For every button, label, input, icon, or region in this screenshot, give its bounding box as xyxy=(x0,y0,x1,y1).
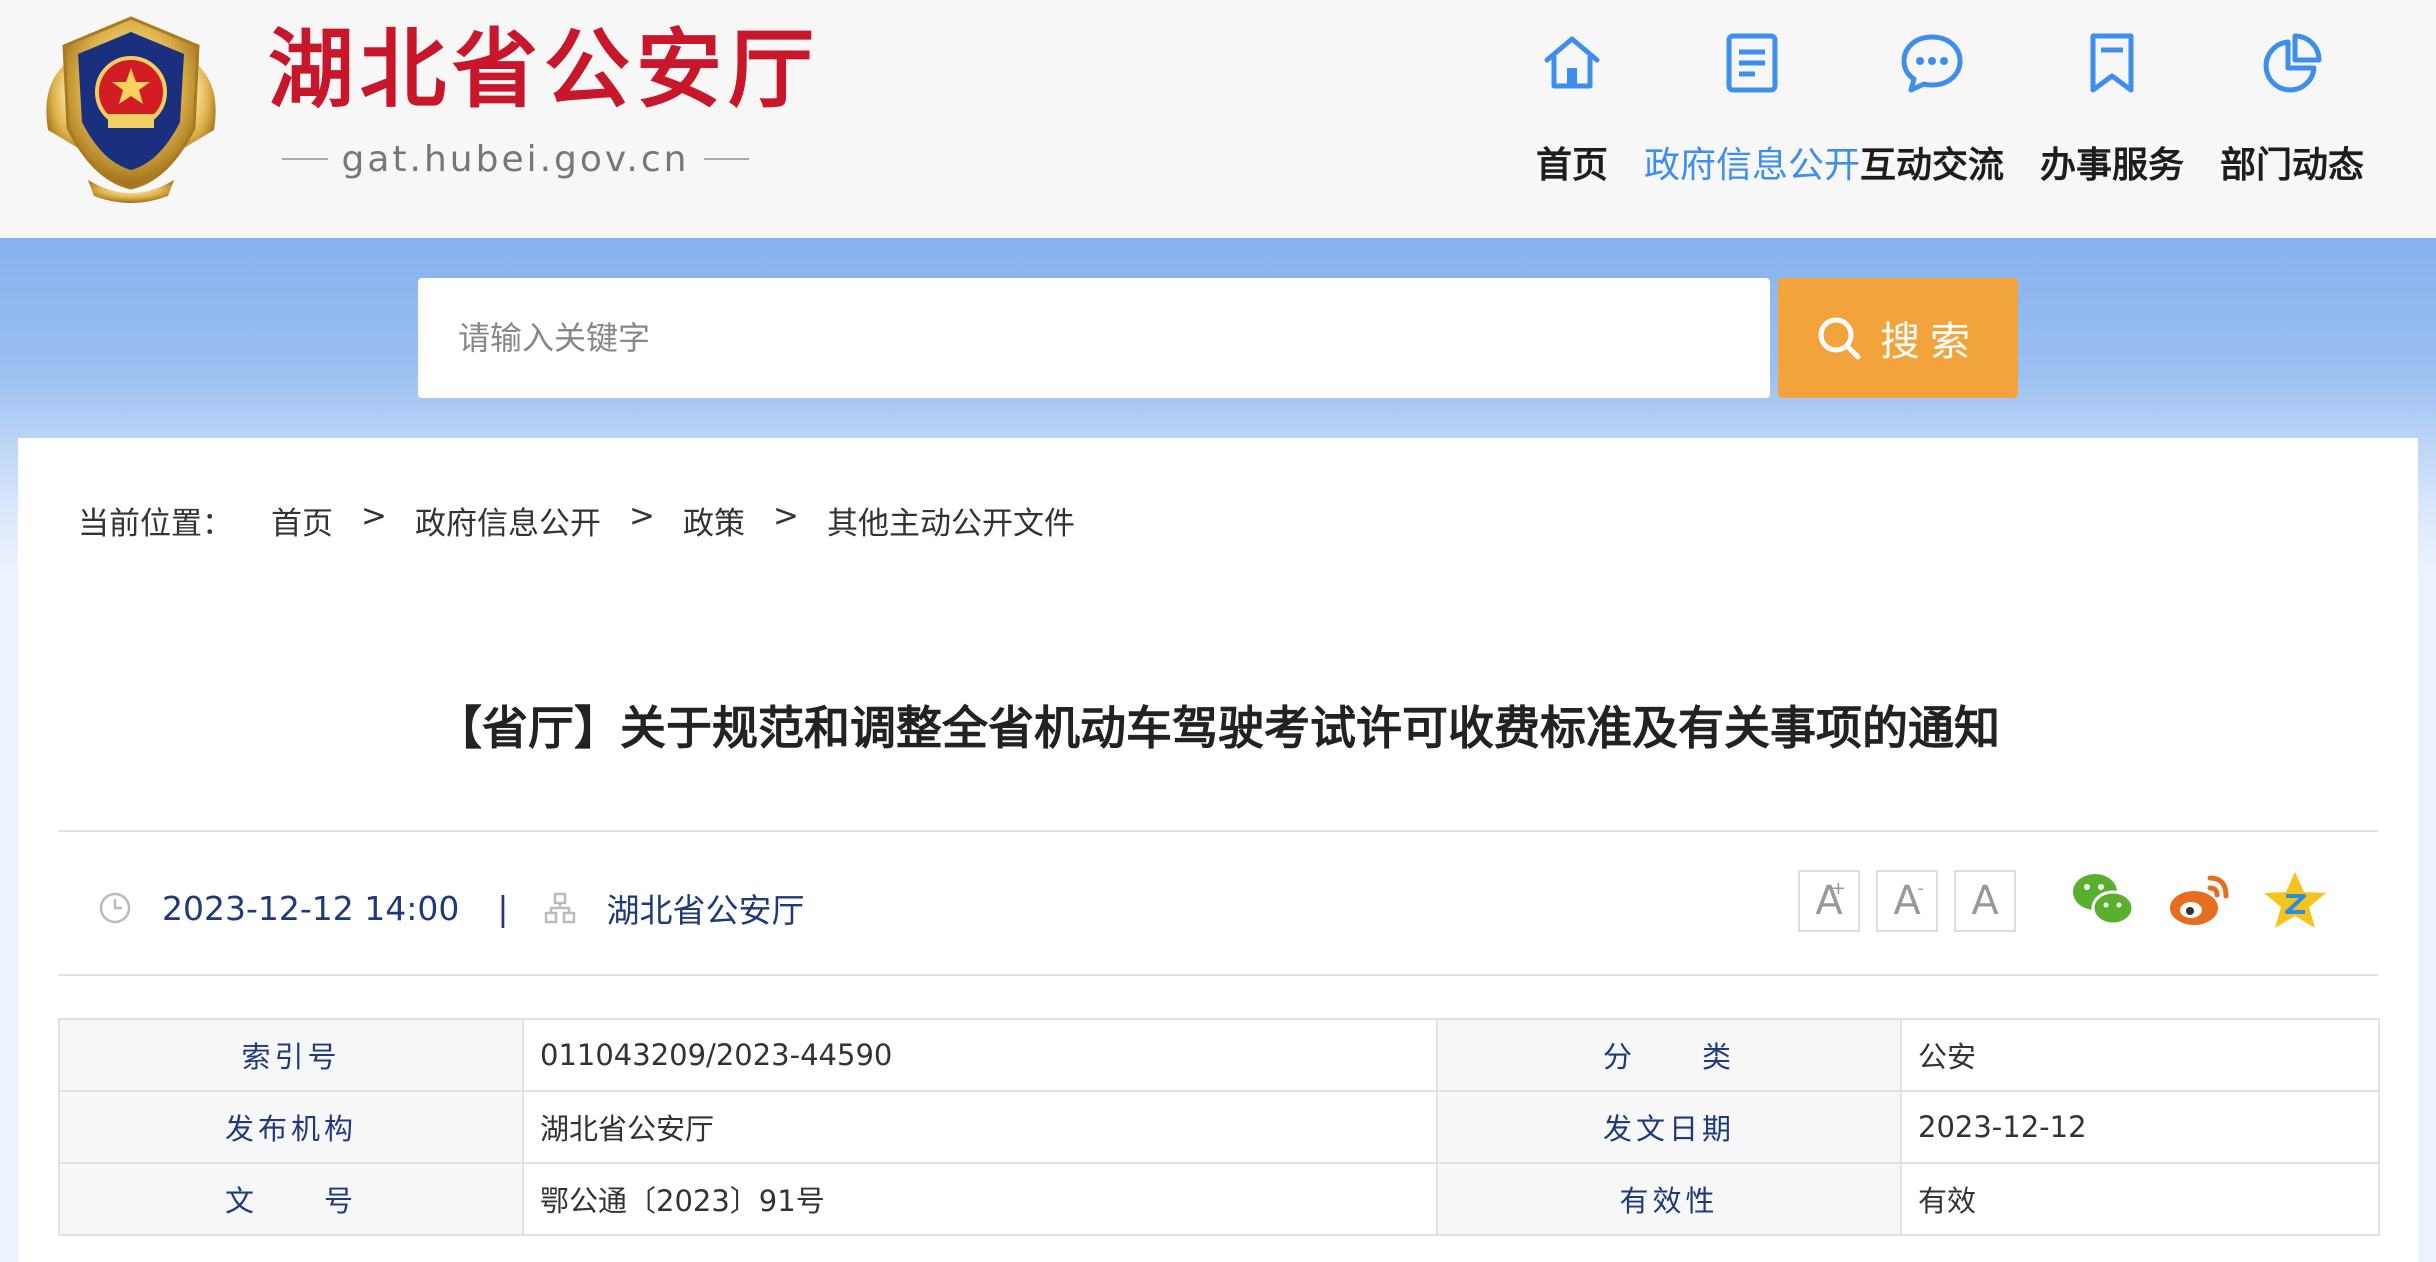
breadcrumb-link-gov-info[interactable]: 政府信息公开 xyxy=(415,498,601,543)
site-domain-text: gat.hubei.gov.cn xyxy=(341,138,690,180)
divider xyxy=(703,158,749,160)
font-increase-mark: + xyxy=(1830,878,1846,899)
table-label: 索引号 xyxy=(58,1018,524,1092)
article-source: 湖北省公安厅 xyxy=(606,891,805,930)
search-button[interactable]: 搜索 xyxy=(1778,278,2018,398)
table-row: 索引号 011043209/2023-44590 分 类 公安 xyxy=(58,1018,2380,1092)
nav-item-services[interactable]: 办事服务 xyxy=(2022,30,2202,188)
breadcrumb-separator: > xyxy=(628,498,655,534)
publish-datetime: 2023-12-12 14:00 xyxy=(162,888,460,928)
nav-label: 办事服务 xyxy=(2039,145,2184,186)
nav-item-news[interactable]: 部门动态 xyxy=(2202,30,2382,188)
wechat-icon[interactable] xyxy=(2068,868,2138,932)
search-button-label: 搜索 xyxy=(1880,319,1980,365)
pie-chart-icon xyxy=(2263,33,2322,93)
table-label: 分 类 xyxy=(1436,1018,1902,1092)
document-info-table: 索引号 011043209/2023-44590 分 类 公安 发布机构 湖北省… xyxy=(58,1018,2380,1236)
nav-item-home[interactable]: 首页 xyxy=(1482,30,1662,188)
divider xyxy=(282,158,328,160)
search-input[interactable] xyxy=(418,278,1770,398)
table-value: 011043209/2023-44590 xyxy=(522,1018,1438,1092)
table-value: 鄂公通〔2023〕91号 xyxy=(522,1162,1438,1236)
clock-icon xyxy=(99,892,131,924)
breadcrumb-separator: > xyxy=(361,498,387,534)
font-decrease-button[interactable]: A - xyxy=(1876,870,1938,932)
breadcrumb-link-home[interactable]: 首页 xyxy=(271,498,333,543)
font-size-controls: A + A - A xyxy=(1798,870,2032,932)
share-bar xyxy=(2068,868,2356,932)
table-value: 2023-12-12 xyxy=(1900,1090,2380,1164)
site-header: 湖北省公安厅 gat.hubei.gov.cn 首页 政府信息公开 互动交流 办… xyxy=(0,0,2436,238)
chat-bubble-icon xyxy=(1901,34,1963,93)
nav-label: 部门动态 xyxy=(2219,145,2364,186)
table-label: 发文日期 xyxy=(1436,1090,1902,1164)
table-value: 湖北省公安厅 xyxy=(522,1090,1438,1164)
divider xyxy=(58,830,2378,832)
document-icon xyxy=(1726,33,1778,93)
nav-label: 首页 xyxy=(1535,145,1608,186)
qzone-icon[interactable] xyxy=(2260,868,2330,932)
content-card: 当前位置： 首页 > 政府信息公开 > 政策 > 其他主动公开文件 【省厅】关于… xyxy=(18,438,2418,1262)
article-title: 【省厅】关于规范和调整全省机动车驾驶考试许可收费标准及有关事项的通知 xyxy=(436,701,2000,755)
organization-icon xyxy=(544,892,575,924)
table-row: 发布机构 湖北省公安厅 发文日期 2023-12-12 xyxy=(58,1090,2380,1164)
font-decrease-mark: - xyxy=(1917,878,1925,899)
table-value: 公安 xyxy=(1900,1018,2380,1092)
police-emblem-logo[interactable] xyxy=(28,10,234,206)
font-reset-button[interactable]: A xyxy=(1954,870,2016,932)
table-label: 有效性 xyxy=(1436,1162,1902,1236)
nav-label: 互动交流 xyxy=(1859,145,2004,186)
site-domain: gat.hubei.gov.cn xyxy=(268,134,763,184)
main-nav: 首页 政府信息公开 互动交流 办事服务 部门动态 xyxy=(1482,30,2382,188)
home-icon xyxy=(1544,36,1600,89)
divider xyxy=(58,974,2378,976)
table-label: 发布机构 xyxy=(58,1090,524,1164)
bookmark-icon xyxy=(2090,33,2134,93)
breadcrumb-separator: > xyxy=(772,498,799,534)
article-meta: 2023-12-12 14:00 | 湖北省公安厅 xyxy=(98,878,805,938)
font-reset-label: A xyxy=(1971,878,1999,924)
breadcrumb-prefix: 当前位置： xyxy=(78,506,233,542)
nav-item-gov-info[interactable]: 政府信息公开 xyxy=(1644,30,1860,188)
breadcrumb: 当前位置： 首页 > 政府信息公开 > 政策 > 其他主动公开文件 xyxy=(78,498,1075,543)
nav-label: 政府信息公开 xyxy=(1644,145,1861,186)
weibo-icon[interactable] xyxy=(2164,868,2234,932)
site-title[interactable]: 湖北省公安厅 xyxy=(268,20,820,120)
nav-item-interaction[interactable]: 互动交流 xyxy=(1842,30,2022,188)
meta-separator: | xyxy=(497,888,509,928)
breadcrumb-link-policy[interactable]: 政策 xyxy=(683,498,745,543)
font-increase-button[interactable]: A + xyxy=(1798,870,1860,932)
table-label: 文 号 xyxy=(58,1162,524,1236)
breadcrumb-link-other-files[interactable]: 其他主动公开文件 xyxy=(827,498,1075,543)
table-row: 文 号 鄂公通〔2023〕91号 有效性 有效 xyxy=(58,1162,2380,1236)
search-icon xyxy=(1818,317,1861,360)
table-value: 有效 xyxy=(1900,1162,2380,1236)
